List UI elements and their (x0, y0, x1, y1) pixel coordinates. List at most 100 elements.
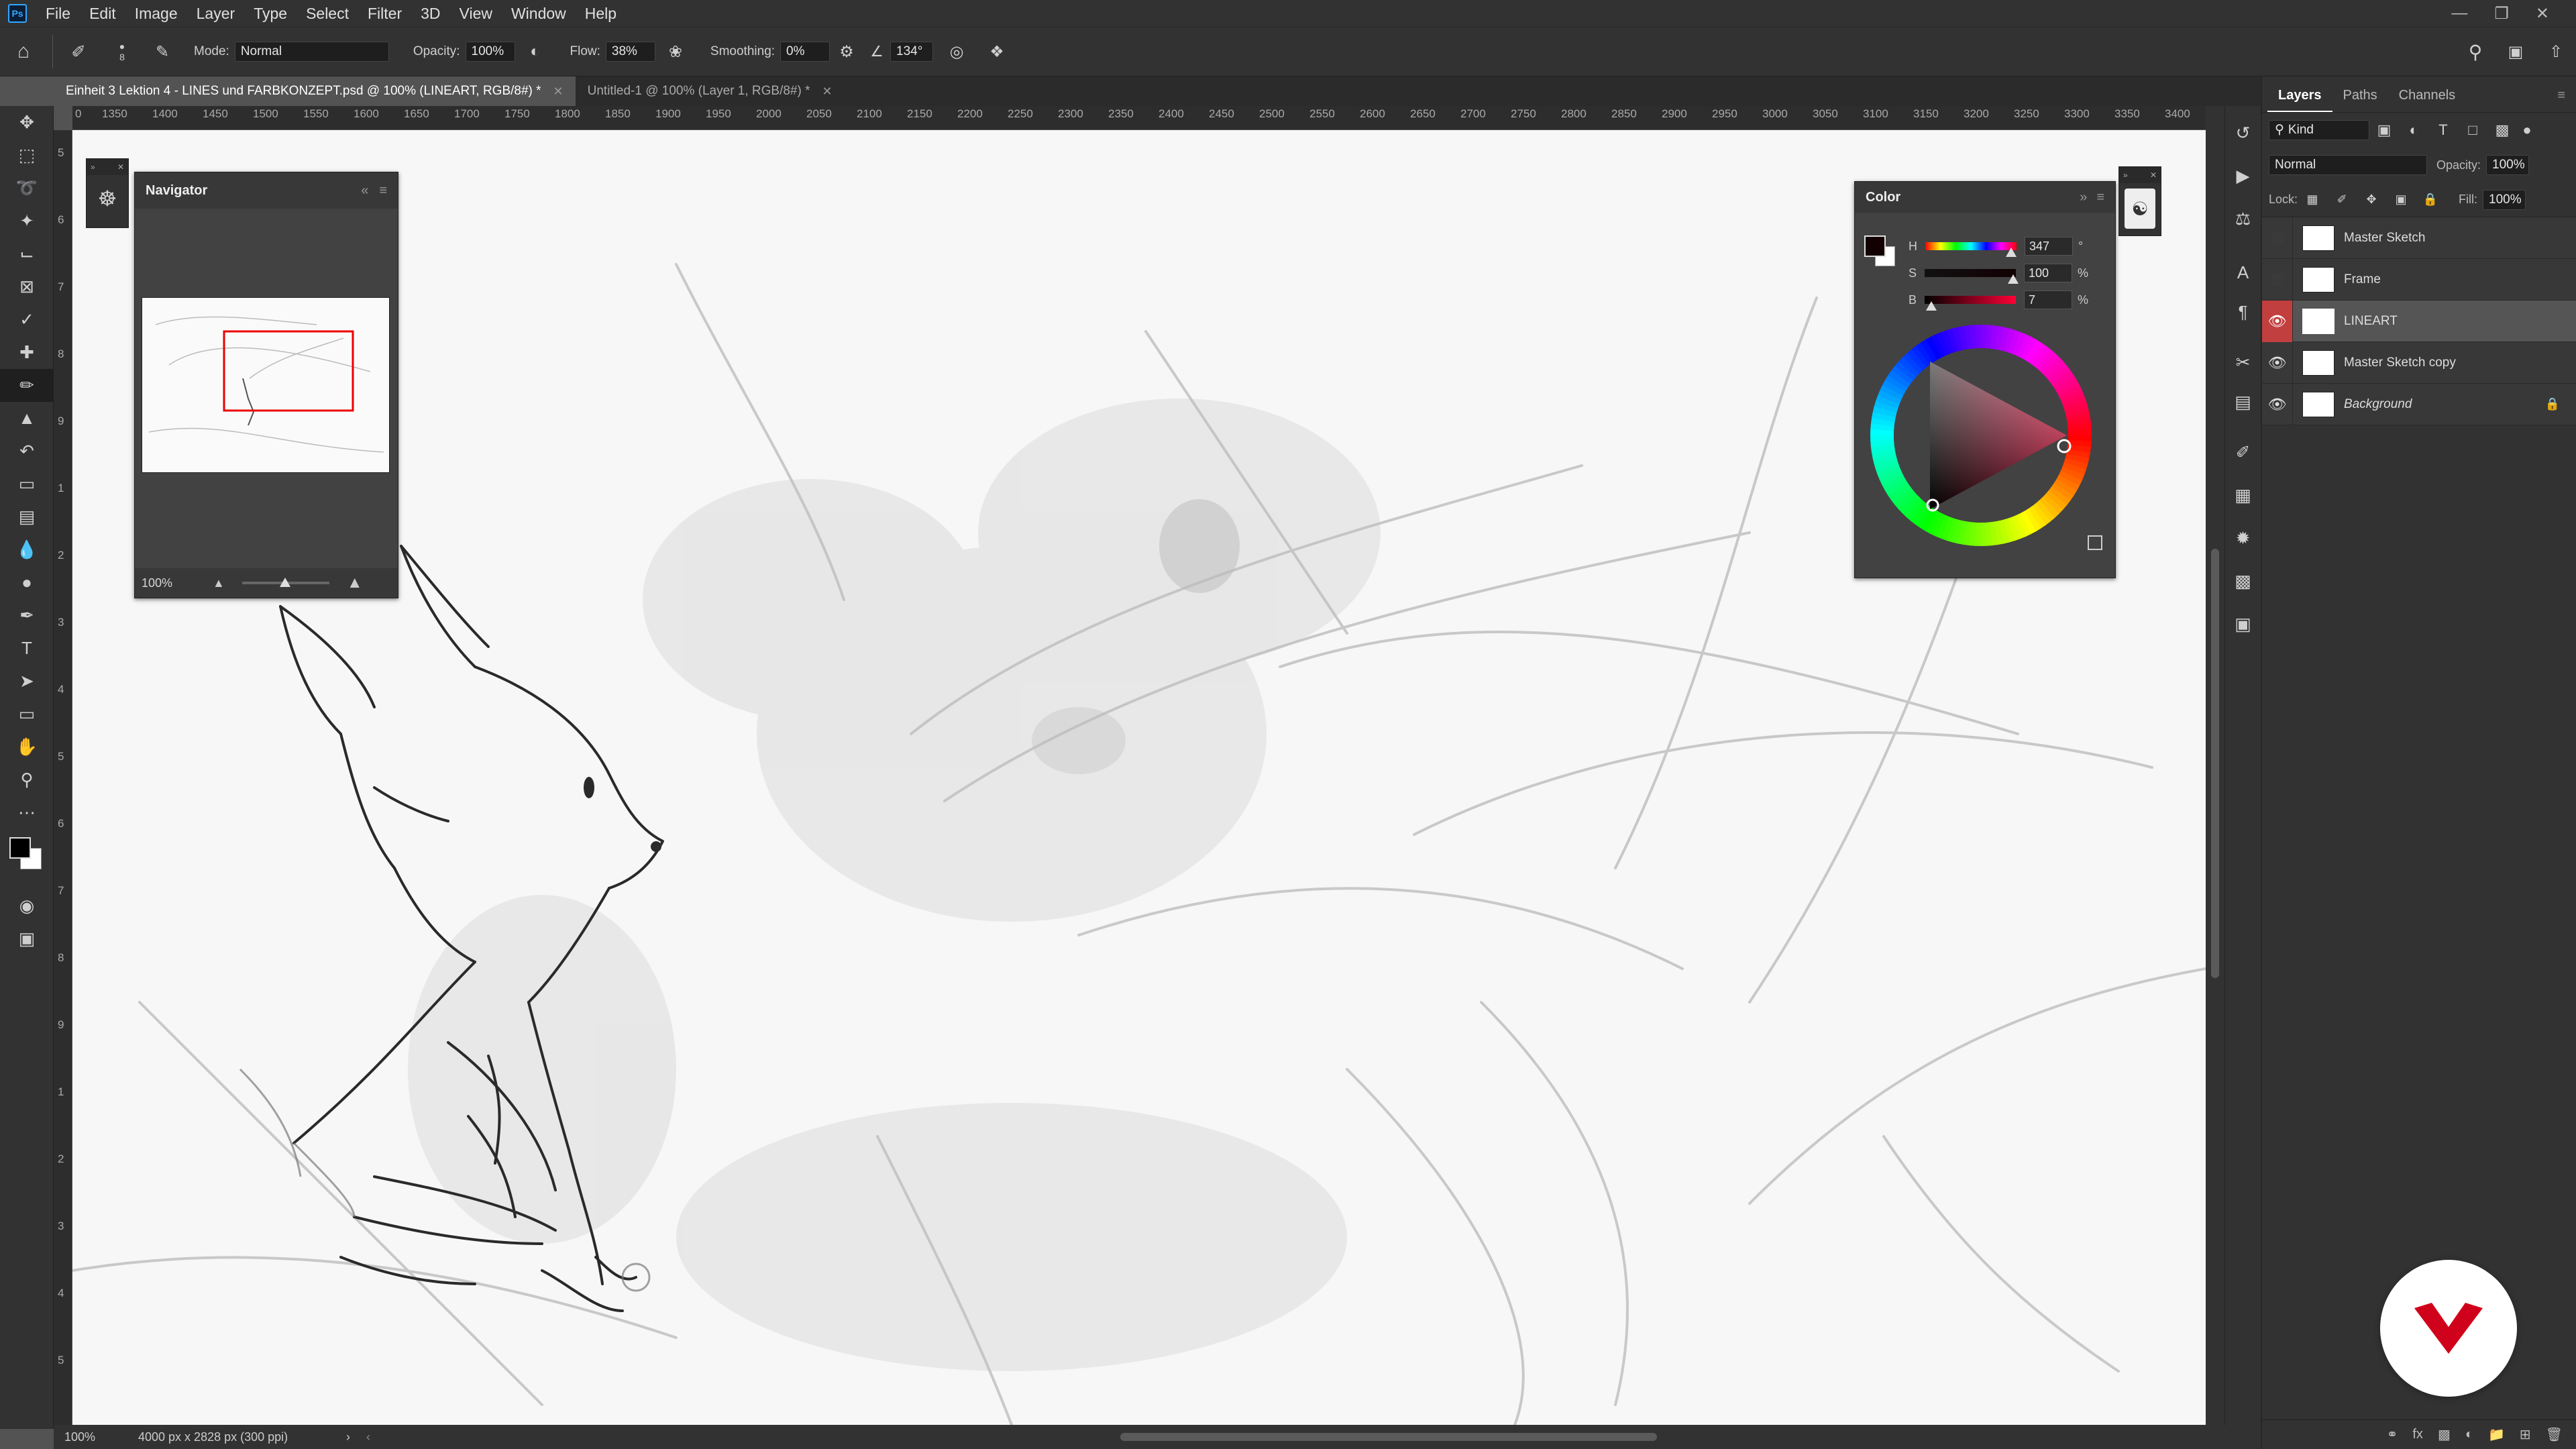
clone-stamp-icon[interactable]: ▲ (0, 402, 54, 435)
lock-position-icon[interactable]: ✥ (2357, 193, 2386, 207)
navigator-icon[interactable]: ☸ (87, 175, 128, 222)
panel-menu-icon[interactable]: ≡ (2096, 190, 2104, 205)
foreground-color-swatch[interactable] (1864, 235, 1886, 257)
info-icon[interactable]: ▣ (2225, 602, 2261, 645)
panel-menu-icon[interactable]: ≡ (2546, 78, 2576, 112)
move-tool-icon[interactable]: ✥ (0, 106, 54, 139)
menu-help[interactable]: Help (576, 0, 626, 27)
history-brush-icon[interactable]: ↶ (0, 435, 54, 468)
add-mask-icon[interactable]: ▩ (2438, 1426, 2451, 1443)
palette-icon[interactable]: ☯ (2125, 189, 2155, 229)
close-icon[interactable]: ✕ (2536, 4, 2549, 23)
saturation-knob[interactable] (2008, 274, 2019, 284)
tab-paths[interactable]: Paths (2332, 78, 2388, 112)
brush-size-picker[interactable]: ● 8 (99, 41, 146, 62)
saturation-input[interactable]: 100 (2024, 264, 2073, 282)
lock-transparency-icon[interactable]: ▦ (2298, 193, 2327, 207)
menu-window[interactable]: Window (502, 0, 576, 27)
tab-document-1[interactable]: Einheit 3 Lektion 4 - LINES und FARBKONZ… (54, 76, 576, 106)
airbrush-icon[interactable]: ❀ (655, 42, 696, 62)
menu-edit[interactable]: Edit (80, 0, 125, 27)
search-icon[interactable]: ⚲ (2455, 41, 2496, 63)
blur-tool-icon[interactable]: 💧 (0, 533, 54, 566)
layer-opacity-input[interactable]: 100% (2486, 155, 2530, 175)
gradient-tool-icon[interactable]: ▤ (0, 500, 54, 533)
mode-select[interactable]: Normal (234, 42, 389, 62)
visibility-toggle[interactable]: 👁 (2262, 383, 2293, 425)
magic-wand-icon[interactable]: ✦ (0, 205, 54, 237)
layer-name[interactable]: Master Sketch copy (2344, 356, 2456, 370)
layer-name[interactable]: LINEART (2344, 314, 2398, 329)
menu-select[interactable]: Select (297, 0, 358, 27)
filter-type-icon[interactable]: T (2428, 121, 2458, 139)
navigator-zoom[interactable]: 100% (142, 576, 172, 590)
horizontal-scroll-thumb[interactable] (1120, 1433, 1657, 1441)
brightness-knob[interactable] (1926, 301, 1937, 311)
gear-icon[interactable]: ⚙ (830, 42, 863, 62)
frame-tool-icon[interactable]: ⊠ (0, 270, 54, 303)
menu-type[interactable]: Type (244, 0, 297, 27)
menu-filter[interactable]: Filter (358, 0, 411, 27)
foreground-color-swatch[interactable] (9, 837, 31, 859)
menu-view[interactable]: View (450, 0, 502, 27)
hand-tool-icon[interactable]: ✋ (0, 731, 54, 763)
expand-icon[interactable]: » (2123, 170, 2128, 180)
visibility-toggle[interactable] (2262, 258, 2293, 301)
expand-icon[interactable]: » (91, 162, 95, 172)
new-group-icon[interactable]: 📁 (2488, 1426, 2505, 1443)
path-select-icon[interactable]: ➤ (0, 665, 54, 698)
filter-shape-icon[interactable]: □ (2458, 121, 2487, 139)
smoothing-input[interactable]: 0% (780, 42, 830, 62)
viewport-box[interactable] (223, 330, 354, 412)
history-icon[interactable]: ↺ (2225, 111, 2261, 154)
eraser-icon[interactable]: ▭ (0, 468, 54, 500)
eyedropper-icon[interactable]: ✓ (0, 303, 54, 336)
more-tools-icon[interactable]: ⋯ (0, 796, 54, 829)
patterns-icon[interactable]: ✹ (2225, 517, 2261, 559)
visibility-toggle[interactable]: 👁 (2262, 341, 2293, 384)
menu-file[interactable]: File (36, 0, 80, 27)
rectangle-tool-icon[interactable]: ▭ (0, 698, 54, 731)
lock-pixels-icon[interactable]: ✐ (2327, 193, 2357, 207)
zoom-slider[interactable] (241, 578, 329, 587)
zoom-out-icon[interactable]: ▲ (213, 576, 225, 590)
notes-icon[interactable]: ▤ (2225, 384, 2261, 420)
visibility-toggle[interactable]: 👁 (2262, 300, 2293, 342)
visibility-toggle[interactable] (2262, 217, 2293, 259)
pressure-size-icon[interactable]: ◎ (933, 42, 980, 62)
menu-layer[interactable]: Layer (187, 0, 245, 27)
vertical-scrollbar[interactable] (2206, 106, 2224, 1425)
filter-pixel-icon[interactable]: ▣ (2369, 121, 2399, 139)
adjustments-icon[interactable]: ⚖ (2225, 197, 2261, 240)
opacity-input[interactable]: 100% (465, 42, 515, 62)
actions-icon[interactable]: ▶ (2225, 154, 2261, 197)
layer-name[interactable]: Frame (2344, 272, 2381, 287)
brightness-slider[interactable] (1925, 296, 2017, 311)
pen-tool-icon[interactable]: ✒ (0, 599, 54, 632)
healing-brush-icon[interactable]: ✚ (0, 336, 54, 369)
status-zoom[interactable]: 100% (64, 1430, 138, 1444)
layer-name[interactable]: Background (2344, 397, 2412, 412)
brush-settings-icon[interactable]: ✐ (2225, 431, 2261, 474)
clone-source-icon[interactable]: ✂ (2225, 341, 2261, 384)
paragraph-icon[interactable]: ¶ (2225, 294, 2261, 330)
properties-icon[interactable]: ▩ (2225, 559, 2261, 602)
collapse-icon[interactable]: « (361, 183, 368, 199)
menu-image[interactable]: Image (125, 0, 187, 27)
link-layers-icon[interactable]: ⚭ (2387, 1426, 2398, 1443)
menu-3d[interactable]: 3D (411, 0, 449, 27)
add-swatch-icon[interactable] (2088, 535, 2102, 550)
workspace-icon[interactable]: ▣ (2496, 42, 2536, 62)
blend-mode-select[interactable]: Normal (2269, 155, 2427, 175)
layer-row-master-sketch-copy[interactable]: 👁 Master Sketch copy (2262, 341, 2576, 384)
hue-knob[interactable] (2006, 248, 2017, 257)
dodge-tool-icon[interactable]: ● (0, 566, 54, 599)
fill-input[interactable]: 100% (2483, 189, 2526, 210)
symmetry-icon[interactable]: ❖ (980, 42, 1014, 62)
status-arrow-icon[interactable]: › (346, 1430, 350, 1444)
type-tool-icon[interactable]: T (0, 632, 54, 665)
scroll-thumb[interactable] (2211, 549, 2219, 978)
tab-document-2[interactable]: Untitled-1 @ 100% (Layer 1, RGB/8#) * ✕ (575, 76, 845, 106)
filter-smart-object-icon[interactable]: ▩ (2487, 121, 2517, 139)
new-layer-icon[interactable]: ⊞ (2520, 1426, 2531, 1443)
